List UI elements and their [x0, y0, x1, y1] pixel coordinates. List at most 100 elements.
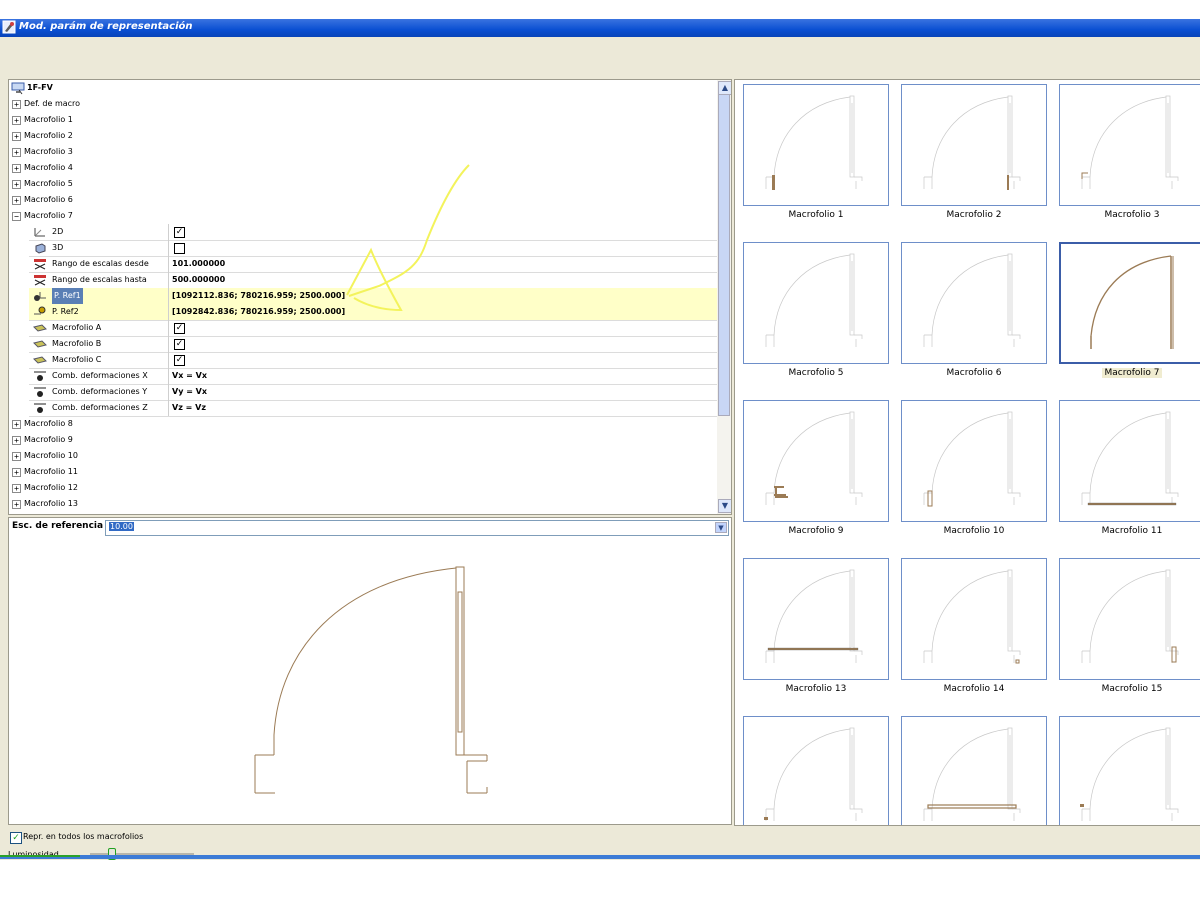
macrofolio-thumbnail[interactable]: [743, 558, 889, 680]
property-row[interactable]: P. Ref1 [1092112.836; 780216.959; 2500.00…: [29, 288, 726, 305]
macrofolio-thumbnail[interactable]: [1059, 558, 1200, 680]
property-row[interactable]: Macrofolio A ✓: [29, 320, 726, 337]
gallery-item[interactable]: [1059, 716, 1200, 825]
tree-item[interactable]: + Macrofolio 2: [9, 128, 719, 144]
scroll-up-icon[interactable]: ▲: [718, 81, 731, 95]
macrofolio-thumbnail[interactable]: [743, 242, 889, 510]
property-row[interactable]: Rango de escalas desde 101.000000: [29, 256, 726, 273]
gallery-item[interactable]: Macrofolio 10: [901, 400, 1047, 548]
tree-item[interactable]: + Macrofolio 6: [9, 192, 719, 208]
property-row[interactable]: Macrofolio B ✓: [29, 336, 726, 353]
property-checkbox[interactable]: ✓: [174, 355, 185, 366]
macrofolio-thumbnail[interactable]: [743, 84, 889, 206]
gallery-item[interactable]: Macrofolio 9: [743, 400, 889, 548]
property-row[interactable]: Comb. deformaciones X Vx = Vx: [29, 368, 726, 385]
scroll-down-icon[interactable]: ▼: [718, 499, 731, 513]
tree-item[interactable]: + Macrofolio 5: [9, 176, 719, 192]
expand-icon[interactable]: +: [12, 116, 21, 125]
scroll-thumb[interactable]: [718, 94, 730, 416]
property-checkbox[interactable]: [174, 243, 185, 254]
macrofolio-thumbnail[interactable]: [1059, 716, 1200, 825]
property-value[interactable]: 101.000000: [172, 256, 225, 272]
gallery-item[interactable]: [901, 716, 1047, 825]
collapse-icon[interactable]: −: [12, 212, 21, 221]
gallery-item[interactable]: Macrofolio 11: [1059, 400, 1200, 548]
repr-all-checkbox[interactable]: ✓: [10, 832, 22, 844]
macrofolio-thumbnail[interactable]: [743, 716, 889, 825]
door-drawing: [254, 566, 488, 794]
tree-item[interactable]: + Def. de macro: [9, 96, 719, 112]
expand-icon[interactable]: +: [12, 100, 21, 109]
property-checkbox[interactable]: ✓: [174, 227, 185, 238]
property-value[interactable]: Vy = Vx: [172, 384, 207, 400]
macrofolio-gallery[interactable]: Macrofolio 1 Macrofolio 2 Macrofolio 3 Macr…: [734, 79, 1200, 826]
gallery-item[interactable]: Macrofolio 13: [743, 558, 889, 706]
chevron-down-icon[interactable]: ▼: [715, 522, 727, 533]
caption-text: Macrofolio 6: [946, 368, 1002, 378]
property-value[interactable]: 500.000000: [172, 272, 225, 288]
reference-scale-select[interactable]: 10.00 ▼: [105, 520, 729, 536]
gallery-item[interactable]: Macrofolio 6: [901, 242, 1047, 510]
computer-icon: [11, 82, 25, 95]
property-row[interactable]: 3D: [29, 240, 726, 257]
property-row[interactable]: Rango de escalas hasta 500.000000: [29, 272, 726, 289]
property-value[interactable]: [1092842.836; 780216.959; 2500.000]: [172, 304, 345, 320]
expand-icon[interactable]: +: [12, 164, 21, 173]
tree-root-label: 1F-FV: [27, 83, 53, 92]
macrofolio-thumbnail[interactable]: [901, 242, 1047, 510]
column-divider: [168, 352, 169, 368]
macrofolio-thumbnail[interactable]: [901, 400, 1047, 522]
preview-panel: Esc. de referencia 10.00 ▼: [8, 517, 732, 825]
tree-item[interactable]: + Macrofolio 4: [9, 160, 719, 176]
gallery-item[interactable]: Macrofolio 1: [743, 84, 889, 232]
tree-item[interactable]: + Macrofolio 9: [9, 432, 719, 448]
gallery-item[interactable]: Macrofolio 15: [1059, 558, 1200, 706]
tree-item[interactable]: + Macrofolio 13: [9, 496, 719, 512]
expand-icon[interactable]: +: [12, 452, 21, 461]
gallery-item[interactable]: Macrofolio 2: [901, 84, 1047, 232]
tree-root[interactable]: 1F-FV: [9, 80, 719, 96]
tree-item[interactable]: + Macrofolio 8: [9, 416, 719, 432]
expand-icon[interactable]: +: [12, 132, 21, 141]
expand-icon[interactable]: +: [12, 468, 21, 477]
tree-item[interactable]: + Macrofolio 11: [9, 464, 719, 480]
macrofolio-thumbnail[interactable]: [743, 400, 889, 522]
expand-icon[interactable]: +: [12, 484, 21, 493]
property-value[interactable]: Vx = Vx: [172, 368, 207, 384]
gallery-item[interactable]: Macrofolio 5: [743, 242, 889, 510]
expand-icon[interactable]: +: [12, 500, 21, 509]
property-row[interactable]: 2D ✓: [29, 224, 726, 241]
gallery-item[interactable]: Macrofolio 7: [1059, 242, 1200, 390]
property-checkbox[interactable]: ✓: [174, 323, 185, 334]
expand-icon[interactable]: +: [12, 436, 21, 445]
tree-item[interactable]: + Macrofolio 10: [9, 448, 719, 464]
macrofolio-thumbnail[interactable]: [1059, 84, 1200, 206]
property-row[interactable]: Comb. deformaciones Z Vz = Vz: [29, 400, 726, 417]
tree-item[interactable]: + Macrofolio 3: [9, 144, 719, 160]
gallery-item[interactable]: [743, 716, 889, 825]
gallery-item[interactable]: Macrofolio 14: [901, 558, 1047, 706]
property-row[interactable]: Macrofolio C ✓: [29, 352, 726, 369]
macrofolio-thumbnail[interactable]: [901, 84, 1047, 206]
property-row[interactable]: P. Ref2 [1092842.836; 780216.959; 2500.00…: [29, 304, 726, 321]
property-value[interactable]: Vz = Vz: [172, 400, 206, 416]
expand-icon[interactable]: +: [12, 180, 21, 189]
tree-item-macrofolio-7[interactable]: − Macrofolio 7: [9, 208, 719, 224]
tree-item[interactable]: + Macrofolio 1: [9, 112, 719, 128]
deform-y-icon: [34, 387, 46, 397]
expand-icon[interactable]: +: [12, 148, 21, 157]
property-value[interactable]: [1092112.836; 780216.959; 2500.000]: [172, 288, 345, 304]
macrofolio-thumbnail[interactable]: [901, 716, 1047, 825]
taskbar-strip: [0, 855, 1200, 859]
expand-icon[interactable]: +: [12, 420, 21, 429]
macrofolio-thumbnail[interactable]: [1059, 400, 1200, 522]
property-tree[interactable]: 1F-FV + Def. de macro + Macrofolio 1 + Macrof…: [8, 79, 732, 515]
tree-scrollbar[interactable]: ▲ ▼: [717, 80, 731, 514]
macrofolio-thumbnail[interactable]: [901, 558, 1047, 680]
tree-item[interactable]: + Macrofolio 12: [9, 480, 719, 496]
property-checkbox[interactable]: ✓: [174, 339, 185, 350]
property-row[interactable]: Comb. deformaciones Y Vy = Vx: [29, 384, 726, 401]
gallery-item[interactable]: Macrofolio 3: [1059, 84, 1200, 232]
macrofolio-thumbnail[interactable]: [1059, 242, 1200, 364]
expand-icon[interactable]: +: [12, 196, 21, 205]
